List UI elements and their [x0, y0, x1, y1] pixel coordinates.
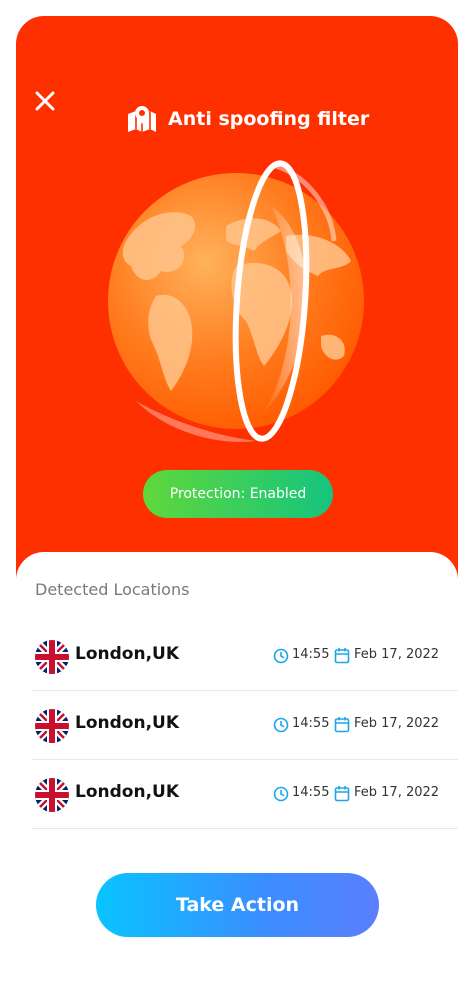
location-date: Feb 17, 2022: [354, 716, 440, 731]
globe-illustration: [108, 160, 364, 442]
page-title: Anti spoofing filter: [126, 104, 369, 134]
list-item[interactable]: London,UK 14:55 Feb 17, 2022: [32, 691, 458, 760]
uk-flag-icon: [35, 778, 69, 812]
location-city: London,UK: [75, 713, 180, 733]
location-time: 14:55: [292, 785, 330, 800]
location-time: 14:55: [292, 647, 330, 662]
location-city: London,UK: [75, 782, 180, 802]
calendar-icon: [334, 648, 350, 664]
location-date: Feb 17, 2022: [354, 647, 440, 662]
clock-icon: [273, 786, 289, 802]
location-city: London,UK: [75, 644, 180, 664]
calendar-icon: [334, 786, 350, 802]
clock-icon: [273, 648, 289, 664]
clock-icon: [273, 717, 289, 733]
location-date: Feb 17, 2022: [354, 785, 440, 800]
section-heading: Detected Locations: [35, 580, 190, 599]
uk-flag-icon: [35, 709, 69, 743]
protection-status-badge[interactable]: Protection: Enabled: [143, 470, 333, 518]
title-text: Anti spoofing filter: [168, 108, 370, 130]
uk-flag-icon: [35, 640, 69, 674]
location-time: 14:55: [292, 716, 330, 731]
app-screen: Anti spoofing filter Protection: Enabled…: [16, 16, 458, 974]
calendar-icon: [334, 717, 350, 733]
list-item[interactable]: London,UK 14:55 Feb 17, 2022: [32, 760, 458, 829]
map-pin-icon: [128, 106, 156, 132]
close-icon[interactable]: [33, 89, 57, 113]
hero-panel: Anti spoofing filter Protection: Enabled: [16, 16, 458, 591]
take-action-button[interactable]: Take Action: [96, 873, 379, 937]
list-item[interactable]: London,UK 14:55 Feb 17, 2022: [32, 622, 458, 691]
